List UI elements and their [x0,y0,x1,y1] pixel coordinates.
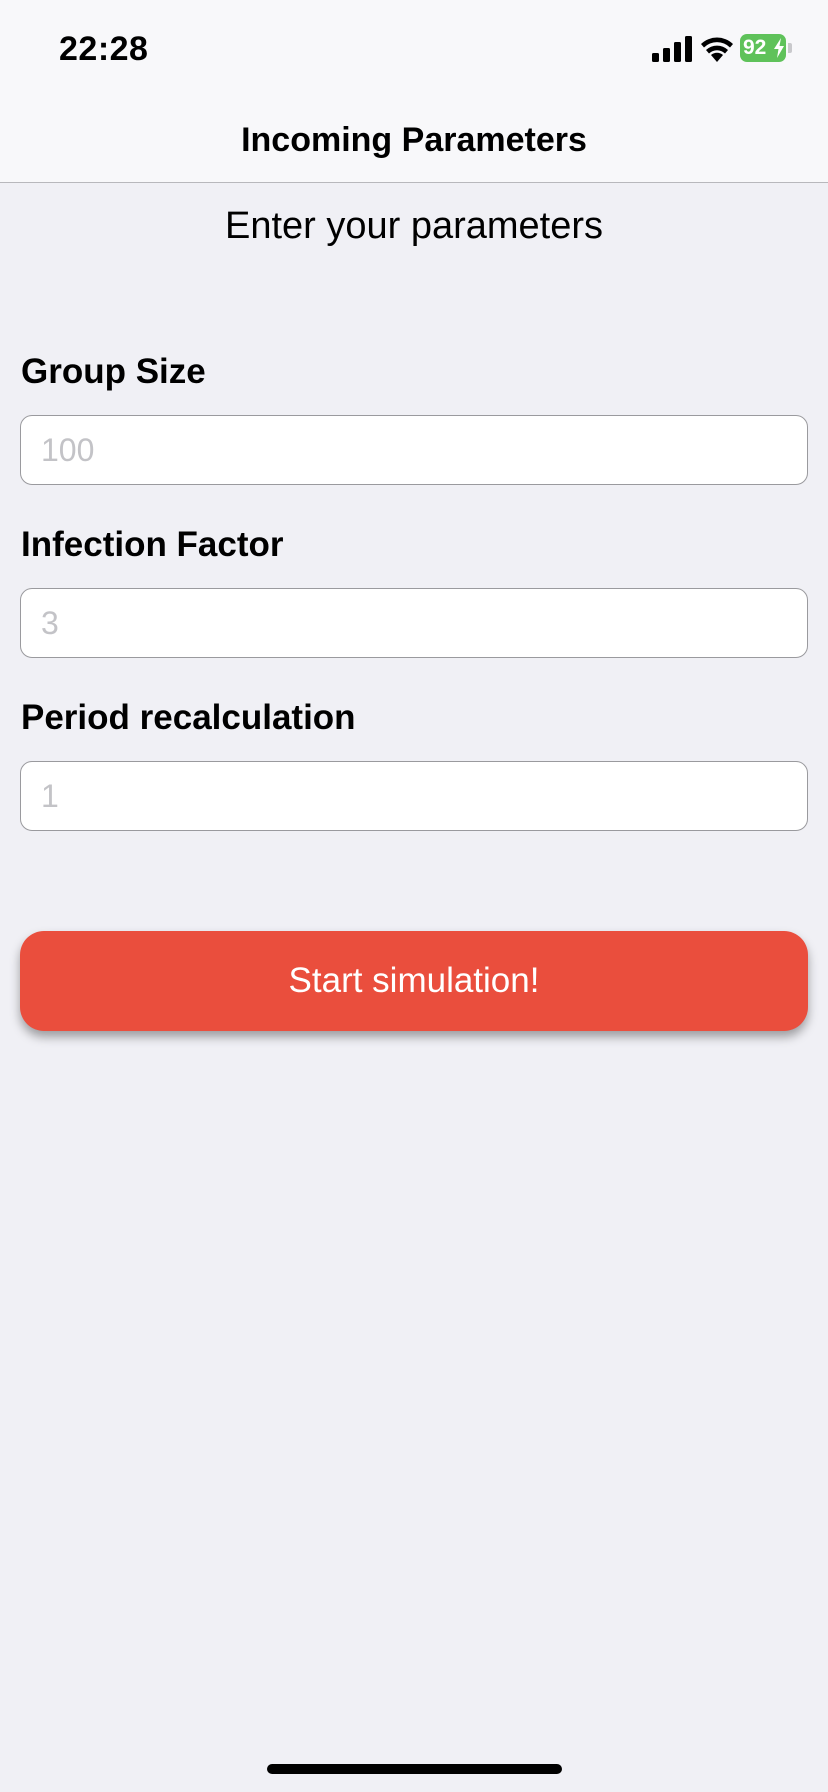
infection-factor-input[interactable] [20,588,808,658]
navigation-bar: Incoming Parameters [0,100,828,183]
start-simulation-button[interactable]: Start simulation! [20,931,808,1031]
period-recalculation-label: Period recalculation [21,698,356,737]
home-indicator[interactable] [267,1764,562,1774]
form-subtitle: Enter your parameters [224,205,604,247]
charging-bolt-icon [774,38,784,58]
status-bar: 22:28 92 [0,0,828,100]
page-title: Incoming Parameters [241,121,587,159]
group-size-input[interactable] [20,415,808,485]
battery-cap [788,43,792,53]
period-recalculation-input[interactable] [20,761,808,831]
group-size-label: Group Size [21,352,206,391]
wifi-icon [701,37,733,62]
battery-icon: 92 [740,34,792,62]
infection-factor-label: Infection Factor [21,525,284,564]
status-time: 22:28 [59,30,149,68]
signal-icon [652,36,692,62]
